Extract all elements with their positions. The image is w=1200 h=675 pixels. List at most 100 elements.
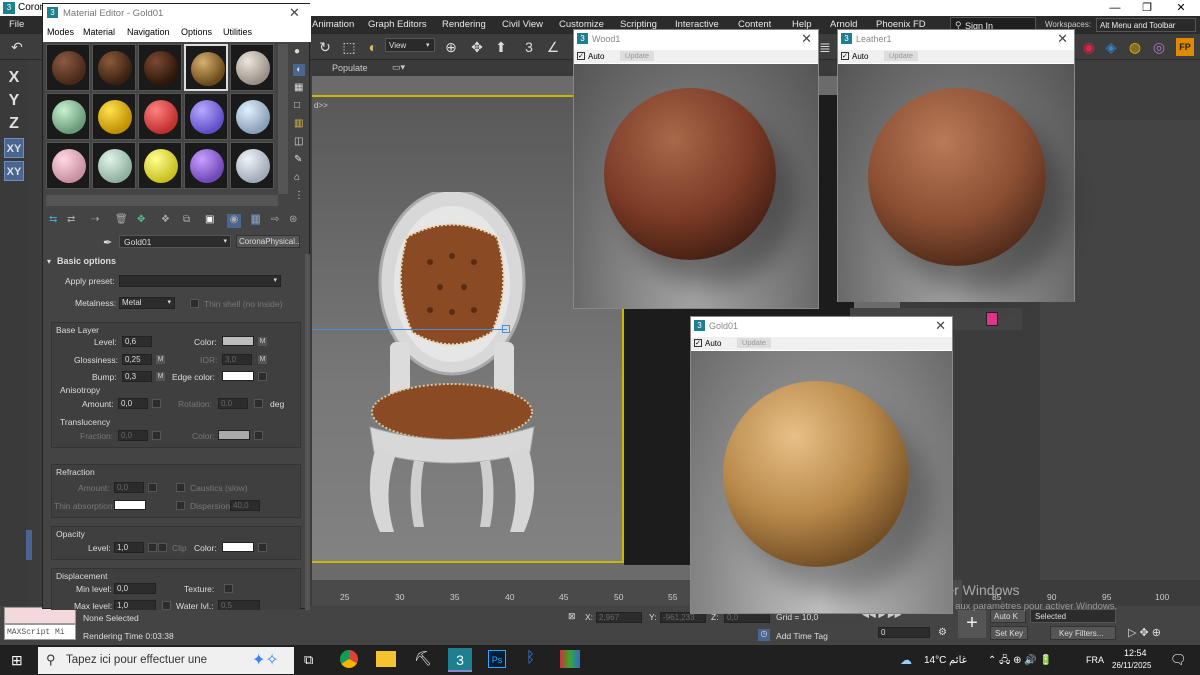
auto-checkbox[interactable]: ✓ — [577, 52, 585, 60]
put-library-icon[interactable]: ⧉ — [183, 214, 190, 225]
sample-slot[interactable] — [92, 93, 136, 140]
clip-checkbox[interactable] — [158, 543, 167, 552]
active-shade-icon[interactable]: ◎ — [1150, 38, 1168, 56]
reference-coordinate-dropdown[interactable]: View ▾ — [385, 38, 435, 52]
rollout-collapse-icon[interactable]: ▾ — [47, 257, 51, 266]
sample-slot[interactable] — [138, 93, 182, 140]
sample-slot[interactable] — [92, 44, 136, 91]
opacity-color-swatch[interactable] — [222, 542, 254, 552]
corona-icon[interactable]: ◈ — [1102, 38, 1120, 56]
basic-options-title[interactable]: Basic options — [57, 256, 116, 266]
move-icon[interactable]: ✥ — [468, 38, 486, 56]
sample-slot[interactable] — [230, 93, 274, 140]
gizmo-handle[interactable] — [502, 325, 510, 333]
undo-icon[interactable]: ↶ — [8, 38, 26, 56]
sample-slot[interactable] — [46, 44, 90, 91]
put-to-scene-icon[interactable]: ⇄ — [67, 214, 75, 225]
max-level-spinner[interactable]: 1,0 — [114, 600, 156, 610]
constrain-xy-cycle-button[interactable]: XY — [4, 161, 24, 181]
edge-color-swatch[interactable] — [222, 371, 254, 381]
chair-model[interactable] — [352, 192, 552, 537]
thin-absorption-swatch[interactable] — [114, 500, 146, 510]
angle-snap-icon[interactable]: ∠ — [544, 38, 562, 56]
set-key-button[interactable]: Set Key — [990, 626, 1028, 640]
phoenix-fd-icon[interactable]: FP — [1176, 38, 1194, 56]
menu-animation[interactable]: Animation — [312, 19, 354, 30]
add-time-tag-icon[interactable]: ◷ — [758, 629, 770, 641]
base-level-spinner[interactable]: 0,6 — [122, 336, 152, 347]
caustics-checkbox[interactable] — [176, 483, 185, 492]
chrome-icon[interactable] — [340, 650, 358, 668]
clock-time[interactable]: 12:54 — [1124, 648, 1147, 658]
fraction-map-button[interactable] — [152, 431, 161, 440]
maxscript-input[interactable]: MAXScript Mi — [4, 624, 76, 640]
eyedropper-icon[interactable]: ✒ — [103, 236, 112, 249]
slots-horizontal-scrollbar[interactable] — [46, 195, 278, 206]
opacity-level-spinner[interactable]: 1,0 — [114, 542, 144, 553]
sample-slot[interactable] — [184, 93, 228, 140]
metalness-dropdown[interactable]: Metal ▾ — [119, 297, 175, 309]
close-icon[interactable]: ✕ — [935, 318, 946, 334]
sample-slot[interactable] — [92, 142, 136, 189]
sample-slot[interactable] — [184, 142, 228, 189]
render-frame-icon[interactable]: ◍ — [1126, 38, 1144, 56]
update-button[interactable]: Update — [737, 338, 771, 348]
me-menu-options[interactable]: Options — [181, 27, 212, 37]
get-material-icon[interactable]: ⇆ — [49, 214, 57, 225]
fraction-spinner[interactable]: 0,0 — [118, 430, 148, 441]
glossiness-spinner[interactable]: 0,25 — [122, 354, 152, 365]
weather-text[interactable]: 14°C غائم — [924, 655, 967, 666]
3dsmax-taskbar-icon[interactable]: 3 — [448, 648, 472, 672]
populate-tab[interactable]: Populate — [332, 63, 368, 73]
menu-file[interactable]: File — [9, 19, 24, 30]
winrar-icon[interactable] — [560, 650, 580, 668]
glossiness-map-button[interactable]: M — [156, 355, 165, 364]
unique-icon[interactable]: ❖ — [161, 214, 170, 225]
sample-type-icon[interactable]: ● — [294, 46, 300, 57]
me-menu-material[interactable]: Material — [83, 27, 115, 37]
auto-checkbox[interactable]: ✓ — [694, 339, 702, 347]
minimize-button[interactable]: — — [1100, 0, 1130, 16]
parameters-scrollbar[interactable] — [305, 254, 310, 610]
render-setup-icon[interactable]: ◉ — [1080, 38, 1098, 56]
me-menu-navigation[interactable]: Navigation — [127, 27, 170, 37]
system-tray-icons[interactable]: ⌃ 🖧 ⊕ 🔊 🔋 — [988, 653, 1052, 670]
options-icon[interactable]: ✎ — [294, 154, 302, 165]
material-type-button[interactable]: CoronaPhysical... — [236, 235, 300, 248]
x-coord-field[interactable]: 2,967 — [596, 612, 642, 623]
add-time-tag[interactable]: Add Time Tag — [776, 631, 828, 641]
aniso-rotation-map-button[interactable] — [254, 399, 263, 408]
select-region-icon[interactable]: ⬚ — [340, 38, 358, 56]
constrain-xy-button[interactable]: XY — [4, 138, 24, 158]
ribbon-toggle-icon[interactable]: ▭▾ — [392, 62, 405, 73]
sample-slot[interactable] — [230, 142, 274, 189]
time-config-icon[interactable]: ⚙ — [938, 627, 947, 638]
app-icon[interactable]: ⛏ — [414, 650, 432, 667]
sample-slot[interactable] — [138, 142, 182, 189]
clock-date[interactable]: 26/11/2025 — [1112, 661, 1151, 670]
update-button[interactable]: Update — [884, 51, 918, 61]
material-navigator-icon[interactable]: ⋮ — [294, 190, 304, 201]
me-menu-modes[interactable]: Modes — [47, 27, 74, 37]
dispersion-checkbox[interactable] — [176, 501, 185, 510]
viewport-label[interactable]: d>> — [314, 101, 328, 110]
base-color-swatch[interactable] — [222, 336, 254, 346]
sample-slot-selected[interactable] — [184, 44, 228, 91]
menu-rendering[interactable]: Rendering — [442, 19, 486, 30]
make-preview-icon[interactable]: ◫ — [294, 136, 303, 147]
pivot-icon[interactable]: ⊕ — [442, 38, 460, 56]
ior-map-button[interactable]: M — [258, 355, 267, 364]
show-map-icon[interactable]: ▣ — [205, 214, 214, 225]
aniso-rotation-spinner[interactable]: 0,0 — [218, 398, 248, 409]
key-filters-button[interactable]: Key Filters... — [1050, 626, 1116, 640]
workspaces-dropdown[interactable]: Alt Menu and Toolbar — [1096, 18, 1196, 32]
select-by-material-icon[interactable]: ⌂ — [294, 172, 300, 183]
assign-material-icon[interactable]: ⇢ — [91, 214, 99, 225]
notifications-icon[interactable]: 🗨 — [1170, 652, 1187, 668]
material-name-field[interactable]: Gold01 ▾ — [119, 235, 231, 248]
snap-icon[interactable]: ◐ — [364, 38, 382, 56]
redo-icon[interactable]: ↻ — [316, 38, 334, 56]
copy-material-icon[interactable]: ✥ — [137, 214, 145, 225]
bump-map-button[interactable]: M — [156, 372, 165, 381]
sample-slot[interactable] — [46, 142, 90, 189]
